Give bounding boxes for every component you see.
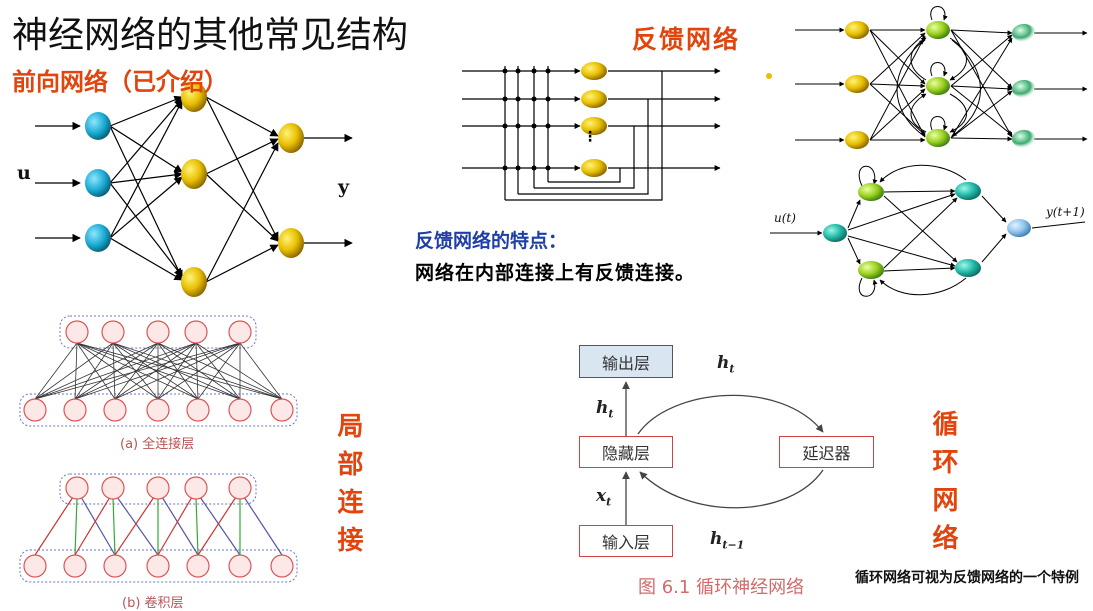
fc-edge [239, 342, 283, 400]
feedback-junction-dots [502, 68, 551, 171]
caption-full-connection: (a) 全连接层 [120, 437, 195, 452]
feedforward-nodes [85, 82, 304, 297]
feedforward-heading: 前向网络（已介绍） [12, 67, 228, 96]
ht-left-label: ht [596, 398, 614, 421]
output-layer-box: 输出层 [579, 345, 673, 378]
ellipsis-dots: ⋮ [583, 129, 597, 145]
yt1-label: y(t+1) [1046, 205, 1085, 219]
fc-edge [34, 342, 78, 400]
fc-edge [34, 342, 197, 400]
feedback-heading: 反馈网络 [632, 25, 741, 54]
ht-top-label: ht [717, 353, 735, 376]
feedback-feature-title: 反馈网络的特点： [415, 230, 568, 252]
ut-label: u(t) [774, 211, 796, 225]
delay-box: 延迟器 [779, 436, 874, 468]
recurrent-small-nodes [823, 182, 1031, 279]
local-connection-label: 局部连接 [333, 412, 363, 564]
fc-edge [74, 342, 78, 400]
feedforward-network [35, 95, 353, 283]
hidden-layer-box: 隐藏层 [579, 436, 673, 468]
input-layer-box: 输入层 [579, 525, 673, 557]
fc-edge [34, 342, 114, 400]
feedback-nodes [581, 62, 607, 177]
input-label: u [17, 162, 31, 184]
fc-edge [114, 342, 197, 400]
conv-connection-diagram [19, 473, 298, 583]
caption-convolution: (b) 卷积层 [122, 596, 184, 611]
recurrent-network-small [770, 164, 1086, 297]
xt-label: xt [596, 486, 612, 509]
recurrent-network-label: 循环网络 [928, 410, 958, 562]
rnn-note: 循环网络可视为反馈网络的一个特例 [855, 570, 1079, 586]
ht-prev-label: ht−1 [710, 529, 745, 552]
fc-edge [34, 342, 159, 400]
figure-caption: 图 6.1 循环神经网络 [638, 577, 805, 598]
full-connection-diagram [19, 315, 298, 427]
feedback-feature-desc: 网络在内部连接上有反馈连接。 [415, 262, 696, 284]
output-label: y [338, 176, 350, 198]
page-title: 神经网络的其他常见结构 [12, 15, 409, 56]
